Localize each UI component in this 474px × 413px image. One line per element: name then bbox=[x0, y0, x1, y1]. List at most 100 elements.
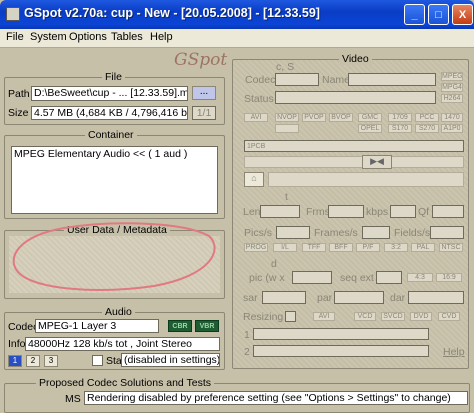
stat-checkbox[interactable] bbox=[92, 355, 103, 366]
menu-file[interactable]: File bbox=[6, 31, 24, 43]
tag-resize-svcd: SVCD bbox=[381, 312, 405, 321]
tag-1470: 1470 bbox=[441, 113, 463, 122]
tag-ratio-43: 4:3 bbox=[407, 273, 433, 282]
par-label: par bbox=[317, 292, 333, 304]
tag-s170: S170 bbox=[388, 124, 412, 133]
tag-h264: H264 bbox=[441, 94, 463, 103]
close-button[interactable]: X bbox=[452, 4, 473, 25]
proposed-legend: Proposed Codec Solutions and Tests bbox=[36, 377, 214, 389]
audio-info-field: 48000Hz 128 kb/s tot , Joint Stereo bbox=[25, 337, 220, 351]
size-part-field: 1/1 bbox=[192, 106, 216, 120]
frames-label: Frames/s bbox=[314, 227, 358, 239]
menu-system[interactable]: System bbox=[30, 31, 67, 43]
title-bar: GSpot v2.70a: cup - New - [20.05.2008] -… bbox=[0, 0, 474, 29]
graph-strip bbox=[268, 172, 464, 187]
frames-field bbox=[362, 226, 390, 239]
audio-stream-1[interactable]: 1 bbox=[8, 355, 22, 367]
resize-row-1-label: 1 bbox=[244, 329, 250, 341]
par-field bbox=[334, 291, 384, 304]
d-label: d bbox=[271, 258, 277, 270]
vbr-indicator: VBR bbox=[195, 320, 219, 332]
tag-prog: PROG bbox=[244, 243, 268, 252]
resize-row-2-label: 2 bbox=[244, 346, 250, 358]
fields-field bbox=[430, 226, 464, 239]
qf-field bbox=[432, 205, 464, 218]
video-name-field bbox=[348, 73, 436, 86]
container-field: MPEG Elementary Audio << ( 1 aud ) bbox=[11, 146, 218, 214]
tag-nvop: NVOP bbox=[275, 113, 299, 122]
info-label: Info bbox=[8, 338, 26, 350]
tag-s270: S270 bbox=[415, 124, 439, 133]
tag-resize-vcd: VCD bbox=[354, 312, 376, 321]
t-label: t bbox=[285, 191, 288, 203]
tag-bff: BFF bbox=[329, 243, 353, 252]
tag-resize-avi: AVI bbox=[313, 312, 335, 321]
tag-32: 3:2 bbox=[384, 243, 408, 252]
video-status-field bbox=[275, 91, 436, 104]
fields-label: Fields/s bbox=[394, 227, 431, 239]
pic-label: pic (w x bbox=[249, 272, 285, 284]
seq-field bbox=[376, 271, 402, 284]
video-status-label: Status bbox=[244, 93, 274, 105]
frms-field bbox=[328, 205, 364, 218]
dar-field bbox=[408, 291, 464, 304]
frame-type-field: 1PCB bbox=[244, 140, 464, 152]
gspot-logo: GSpot bbox=[174, 50, 228, 70]
tag-ntsc: NTSC bbox=[439, 243, 463, 252]
tag-ratio-169: 16:9 bbox=[436, 273, 462, 282]
pics-field bbox=[276, 226, 310, 239]
dar-label: dar bbox=[390, 292, 406, 304]
kbps-label: kbps bbox=[366, 206, 389, 218]
video-legend: Video bbox=[339, 53, 372, 65]
video-codec-field bbox=[275, 73, 319, 86]
container-legend: Container bbox=[85, 129, 137, 141]
tag-mpeg: MPEG bbox=[441, 72, 463, 81]
tag-pvop: PVOP bbox=[302, 113, 326, 122]
video-cs-label: c, S bbox=[276, 61, 295, 73]
tag-il: I/L bbox=[273, 243, 297, 252]
ms-label: MS bbox=[65, 393, 81, 405]
path-field[interactable]: D:\BeSweet\cup - ... [12.33.59].mp3 bbox=[31, 86, 188, 101]
menu-help[interactable]: Help bbox=[150, 31, 173, 43]
tag-opel: OPEL bbox=[358, 124, 382, 133]
timeline-marker-icon: ▶◀ bbox=[362, 155, 392, 169]
stat-field: (disabled in settings) bbox=[121, 353, 220, 367]
tag-avi: AVI bbox=[244, 113, 268, 122]
len-field bbox=[260, 205, 300, 218]
audio-stream-3[interactable]: 3 bbox=[44, 355, 58, 367]
resize-checkbox bbox=[285, 311, 296, 322]
file-legend: File bbox=[102, 71, 125, 83]
tag-a1p0: A1P0 bbox=[441, 124, 463, 133]
graph-button-icon: ⌂ bbox=[244, 172, 264, 187]
audio-stream-2[interactable]: 2 bbox=[26, 355, 40, 367]
tag-mpg4: MPG4 bbox=[441, 83, 463, 92]
tag-bvop: BVOP bbox=[329, 113, 353, 122]
browse-button[interactable]: ... bbox=[192, 86, 216, 100]
pic-field bbox=[292, 271, 332, 284]
tag-resize-dvd: DVD bbox=[410, 312, 432, 321]
resize-row-1-field bbox=[253, 328, 429, 340]
video-name-label: Name bbox=[322, 74, 351, 86]
minimize-button[interactable]: _ bbox=[404, 4, 425, 25]
proposed-message: Rendering disabled by preference setting… bbox=[84, 391, 468, 405]
menu-tables[interactable]: Tables bbox=[111, 31, 143, 43]
frame-timeline bbox=[244, 156, 464, 168]
sar-label: sar bbox=[243, 292, 258, 304]
tag-pcc: PCC bbox=[415, 113, 439, 122]
len-label: Len bbox=[243, 206, 261, 218]
path-label: Path bbox=[8, 88, 30, 100]
tag-blank-1 bbox=[275, 124, 299, 133]
menu-bar: File System Options Tables Help bbox=[0, 29, 474, 48]
audio-codec-field: MPEG-1 Layer 3 bbox=[35, 319, 159, 333]
video-codec-label: Codec bbox=[245, 74, 276, 86]
resize-row-2-field bbox=[253, 345, 429, 357]
tag-resize-cvd: CVD bbox=[438, 312, 460, 321]
tag-pf: P/F bbox=[356, 243, 380, 252]
menu-options[interactable]: Options bbox=[69, 31, 107, 43]
audio-legend: Audio bbox=[102, 306, 135, 318]
seq-label: seq ext bbox=[340, 272, 374, 284]
pics-label: Pics/s bbox=[244, 227, 273, 239]
maximize-button[interactable]: □ bbox=[428, 4, 449, 25]
tag-pal: PAL bbox=[411, 243, 435, 252]
sar-field bbox=[262, 291, 306, 304]
